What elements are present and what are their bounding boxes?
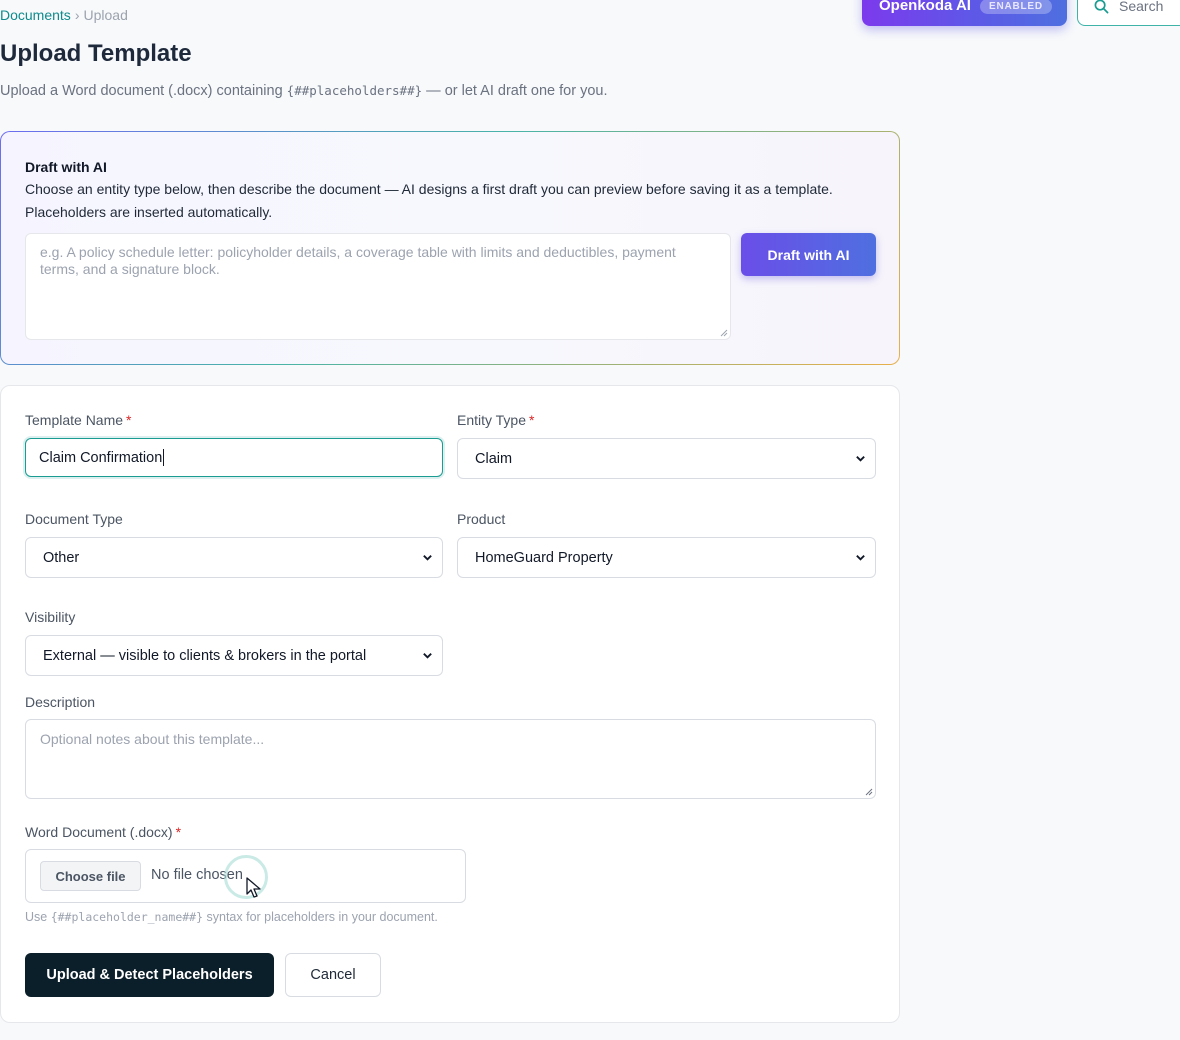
placeholder-syntax-hint: Use {##placeholder_name##} syntax for pl… xyxy=(25,910,438,924)
description-textarea[interactable]: Optional notes about this template... xyxy=(25,719,876,799)
entity-type-label-text: Entity Type xyxy=(457,412,527,428)
entity-type-label: Entity Type * xyxy=(457,412,534,428)
breadcrumb-separator: › xyxy=(74,7,80,23)
ai-prompt-placeholder: e.g. A policy schedule letter: policyhol… xyxy=(40,244,676,277)
entity-type-select[interactable]: Claim xyxy=(457,438,876,479)
chevron-down-icon xyxy=(856,456,865,462)
page-subtitle: Upload a Word document (.docx) containin… xyxy=(0,83,608,99)
upload-form: Template Name * Claim Confirmation Entity… xyxy=(0,385,900,1023)
ai-draft-card: Draft with AI Choose an entity type belo… xyxy=(0,131,900,365)
product-label: Product xyxy=(457,511,506,527)
template-name-label: Template Name * xyxy=(25,412,132,428)
ai-label: Openkoda AI xyxy=(879,0,971,14)
draft-with-ai-button[interactable]: Draft with AI xyxy=(741,233,876,276)
search-placeholder: Search xyxy=(1119,0,1164,14)
product-select[interactable]: HomeGuard Property xyxy=(457,537,876,578)
entity-type-value: Claim xyxy=(475,450,513,467)
page-title: Upload Template xyxy=(0,40,192,67)
required-mark: * xyxy=(175,824,182,840)
ai-draft-description: Choose an entity type below, then descri… xyxy=(25,181,833,220)
visibility-select[interactable]: External — visible to clients & brokers … xyxy=(25,635,443,676)
upload-detect-button[interactable]: Upload & Detect Placeholders xyxy=(25,953,274,997)
word-document-file-input[interactable]: Choose file No file chosen xyxy=(25,849,466,903)
template-name-value: Claim Confirmation xyxy=(39,449,163,466)
description-label: Description xyxy=(25,694,96,710)
hint-text-end: syntax for placeholders in your document… xyxy=(203,910,438,924)
document-type-label: Document Type xyxy=(25,511,123,527)
cancel-button[interactable]: Cancel xyxy=(285,953,381,997)
search-icon xyxy=(1094,0,1109,14)
document-type-select[interactable]: Other xyxy=(25,537,443,578)
subtitle-text-end: — or let AI draft one for you. xyxy=(422,83,608,99)
choose-file-button[interactable]: Choose file xyxy=(40,861,141,891)
ai-prompt-textarea[interactable]: e.g. A policy schedule letter: policyhol… xyxy=(25,233,731,340)
breadcrumb-current: Upload xyxy=(83,7,128,23)
visibility-value: External — visible to clients & brokers … xyxy=(43,647,367,664)
breadcrumb: Documents › Upload xyxy=(0,7,128,23)
ai-enabled-badge: ENABLED xyxy=(979,0,1052,14)
ai-draft-title: Draft with AI xyxy=(25,159,107,175)
openkoda-ai-button[interactable]: Openkoda AI ENABLED xyxy=(862,0,1067,26)
chevron-down-icon xyxy=(423,555,432,561)
description-placeholder: Optional notes about this template... xyxy=(40,731,265,747)
subtitle-text: Upload a Word document (.docx) containin… xyxy=(0,83,287,99)
subtitle-code: {##placeholders##} xyxy=(286,83,423,98)
chevron-down-icon xyxy=(423,653,432,659)
text-caret xyxy=(163,449,165,466)
resize-grip-icon[interactable] xyxy=(720,329,728,337)
required-mark: * xyxy=(529,412,535,428)
top-bar: Documents › Upload Openkoda AI ENABLED Sea… xyxy=(0,0,1180,40)
visibility-label: Visibility xyxy=(25,609,76,625)
product-value: HomeGuard Property xyxy=(475,549,613,566)
hint-code: {##placeholder_name##} xyxy=(50,910,204,924)
document-type-value: Other xyxy=(43,549,80,566)
search-input[interactable]: Search xyxy=(1077,0,1180,26)
word-document-label: Word Document (.docx) * xyxy=(25,824,181,840)
required-mark: * xyxy=(126,412,132,428)
hint-text: Use xyxy=(25,910,51,924)
chevron-down-icon xyxy=(856,555,865,561)
template-name-input[interactable]: Claim Confirmation xyxy=(25,438,443,477)
mouse-pointer-icon xyxy=(246,877,261,898)
template-name-label-text: Template Name xyxy=(25,412,124,428)
word-document-label-text: Word Document (.docx) xyxy=(25,824,173,840)
resize-grip-icon[interactable] xyxy=(865,788,873,796)
breadcrumb-documents-link[interactable]: Documents xyxy=(0,7,71,23)
